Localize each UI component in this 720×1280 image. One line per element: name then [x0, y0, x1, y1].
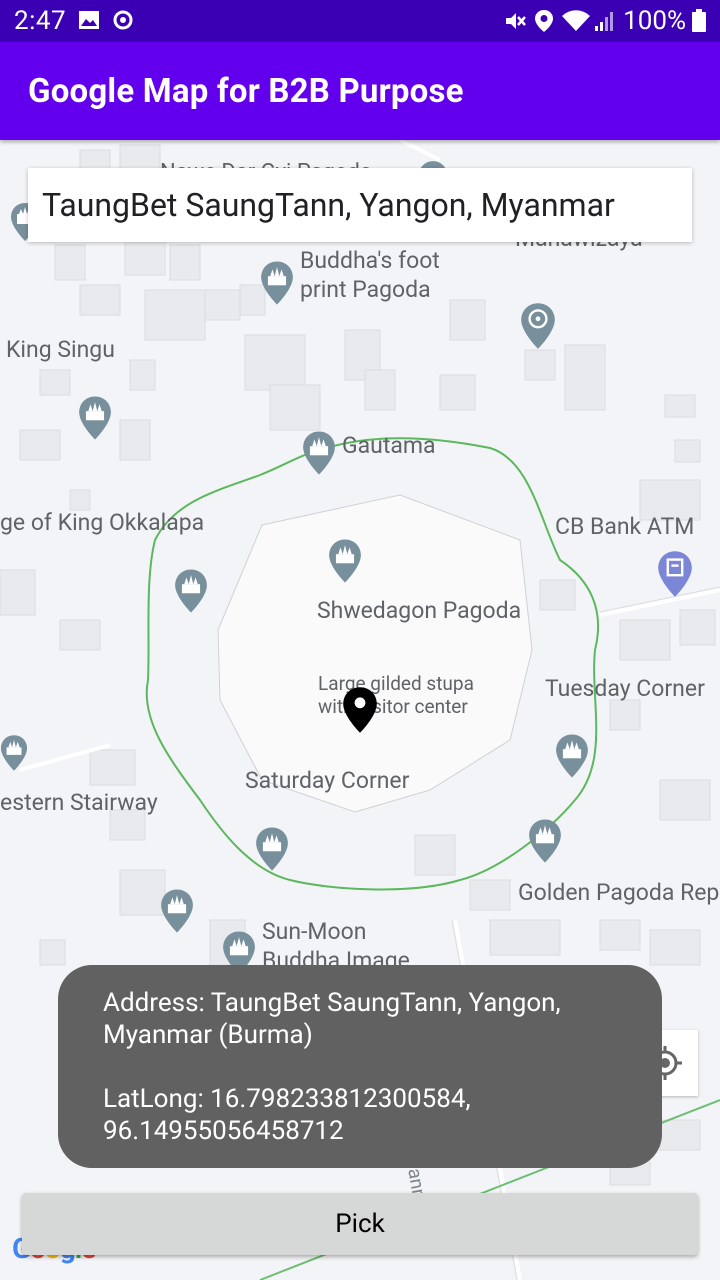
- temple-pin-icon[interactable]: [302, 430, 336, 476]
- dharma-wheel-pin-icon[interactable]: [520, 302, 556, 350]
- map-label-shwedagon: Shwedagon Pagoda: [317, 597, 522, 624]
- mute-icon: [506, 13, 526, 29]
- battery-icon: [692, 9, 706, 32]
- map-label-buddha-foot-2: print Pagoda: [300, 276, 431, 303]
- temple-pin-icon[interactable]: [260, 260, 294, 306]
- atm-pin-icon[interactable]: [657, 550, 693, 598]
- pick-button-label: Pick: [335, 1209, 385, 1239]
- toast-address: Address: TaungBet SaungTann, Yangon, Mya…: [103, 988, 561, 1050]
- temple-pin-icon[interactable]: [78, 395, 112, 441]
- location-toast: Address: TaungBet SaungTann, Yangon, Mya…: [58, 965, 662, 1168]
- status-time: 2:47: [14, 6, 67, 36]
- app-bar: Google Map for B2B Purpose: [0, 42, 720, 140]
- wifi-icon: [562, 10, 590, 32]
- map-label-stupa-2: with visitor center: [318, 695, 468, 718]
- record-icon: [113, 10, 133, 30]
- location-icon: [535, 10, 553, 32]
- map-label-golden: Golden Pagoda Rep: [518, 879, 720, 906]
- pick-button[interactable]: Pick: [22, 1193, 698, 1255]
- temple-pin-icon[interactable]: [174, 568, 208, 614]
- image-icon: [79, 11, 99, 29]
- temple-pin-icon[interactable]: [555, 733, 589, 779]
- temple-pin-icon[interactable]: [160, 888, 194, 934]
- temple-pin-icon[interactable]: [528, 818, 562, 864]
- map-label-cb-bank: CB Bank ATM: [555, 513, 695, 540]
- status-bar: 2:47 100%: [0, 0, 720, 42]
- toast-latlong: LatLong: 16.798233812300584, 96.14955056…: [103, 1084, 471, 1146]
- map-label-sunmoon-1: Sun-Moon: [262, 918, 367, 945]
- temple-pin-icon[interactable]: [328, 538, 362, 584]
- map-label-buddha-foot-1: Buddha's foot: [300, 247, 440, 274]
- map-label-saturday: Saturday Corner: [245, 767, 410, 794]
- search-value: TaungBet SaungTann, Yangon, Myanmar: [42, 186, 615, 224]
- battery-percentage: 100%: [623, 6, 686, 36]
- map-label-western: estern Stairway: [0, 789, 158, 816]
- temple-pin-icon[interactable]: [0, 730, 28, 776]
- map-label-tuesday: Tuesday Corner: [545, 675, 705, 702]
- app-title: Google Map for B2B Purpose: [28, 72, 464, 111]
- signal-icon: [595, 12, 613, 31]
- temple-pin-icon[interactable]: [255, 826, 289, 872]
- map-label-okkalapa: ge of King Okkalapa: [0, 509, 205, 536]
- search-box[interactable]: TaungBet SaungTann, Yangon, Myanmar: [28, 168, 692, 242]
- selected-location-marker-icon[interactable]: [342, 686, 378, 734]
- map-label-gautama: Gautama: [342, 432, 436, 459]
- map-label-king-singu: King Singu: [6, 336, 115, 363]
